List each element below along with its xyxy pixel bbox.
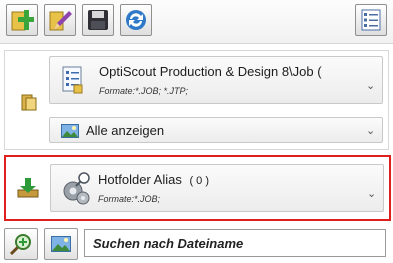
- source-path-label: OptiScout Production & Design 8\Job (: [99, 64, 322, 79]
- zoom-in-icon: [9, 234, 31, 256]
- save-button[interactable]: [82, 4, 114, 36]
- search-input[interactable]: [84, 229, 386, 257]
- checklist-icon: [361, 9, 381, 31]
- hotfolder-name: Hotfolder Alias: [98, 172, 182, 187]
- import-download-icon: [17, 178, 39, 198]
- filter-dropdown[interactable]: Alle anzeigen ⌄: [49, 117, 383, 143]
- search-bar: [0, 226, 393, 263]
- add-button[interactable]: [6, 4, 38, 36]
- edit-folder-icon: [49, 11, 72, 31]
- chevron-down-icon: ⌄: [367, 188, 377, 200]
- folder-icon: [21, 94, 37, 111]
- chevron-down-icon: ⌄: [366, 125, 376, 137]
- hotfolder-formats-label: Formate:*.JOB;: [98, 194, 161, 204]
- hotfolder-panel: Hotfolder Alias ( 0 ) Formate:*.JOB; ⌄: [4, 155, 391, 221]
- gears-search-icon: [63, 172, 90, 205]
- source-formats-label: Formate:*.JOB; *.JTP;: [99, 86, 189, 96]
- image-icon: [61, 124, 79, 138]
- chevron-down-icon: ⌄: [366, 80, 376, 92]
- source-panel: OptiScout Production & Design 8\Job ( Fo…: [4, 50, 389, 150]
- document-list-icon: [62, 66, 83, 94]
- list-settings-button[interactable]: [355, 4, 387, 36]
- toolbar: [0, 0, 393, 44]
- add-folder-icon: [11, 10, 34, 31]
- refresh-button[interactable]: [120, 4, 152, 36]
- refresh-icon: [126, 10, 146, 30]
- preview-button[interactable]: [44, 228, 78, 260]
- hotfolder-dropdown[interactable]: Hotfolder Alias ( 0 ) Formate:*.JOB; ⌄: [50, 164, 384, 212]
- image-icon: [51, 236, 71, 252]
- hotfolder-count: ( 0 ): [189, 175, 210, 187]
- source-path-dropdown[interactable]: OptiScout Production & Design 8\Job ( Fo…: [49, 56, 383, 104]
- edit-button[interactable]: [44, 4, 76, 36]
- filter-selected-label: Alle anzeigen: [86, 123, 165, 138]
- zoom-button[interactable]: [4, 228, 38, 260]
- floppy-disk-icon: [88, 10, 108, 30]
- hotfolder-title: Hotfolder Alias ( 0 ): [98, 172, 209, 187]
